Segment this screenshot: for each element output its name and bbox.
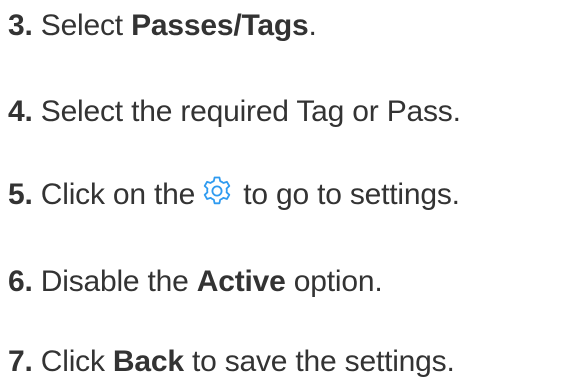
step-text: Select <box>40 9 132 42</box>
step-emphasis: Back <box>112 345 184 378</box>
step-4: 4. Select the required Tag or Pass. <box>8 94 461 130</box>
step-number: 6. <box>8 265 33 298</box>
step-number: 3. <box>8 9 33 42</box>
step-text: Disable the <box>40 265 197 298</box>
instruction-steps: 3. Select Passes/Tags. 4. Select the req… <box>0 0 564 391</box>
step-3: 3. Select Passes/Tags. <box>8 8 317 44</box>
step-number: 5. <box>8 178 33 211</box>
step-6: 6. Disable the Active option. <box>8 264 383 300</box>
step-text: Click <box>40 345 113 378</box>
gear-icon <box>200 174 234 208</box>
step-text: to save the settings. <box>183 345 455 378</box>
step-text: to go to settings. <box>235 178 460 211</box>
step-text: . <box>308 9 317 42</box>
step-emphasis: Active <box>196 265 286 298</box>
step-text: option. <box>285 265 383 298</box>
step-number: 4. <box>8 95 33 128</box>
step-5: 5. Click on the to go to settings. <box>8 174 460 213</box>
step-emphasis: Passes/Tags <box>131 9 309 42</box>
step-text: Click on the <box>40 178 196 211</box>
step-7: 7. Click Back to save the settings. <box>8 344 455 380</box>
step-text: Select the required Tag or Pass. <box>40 95 461 128</box>
step-number: 7. <box>8 345 33 378</box>
